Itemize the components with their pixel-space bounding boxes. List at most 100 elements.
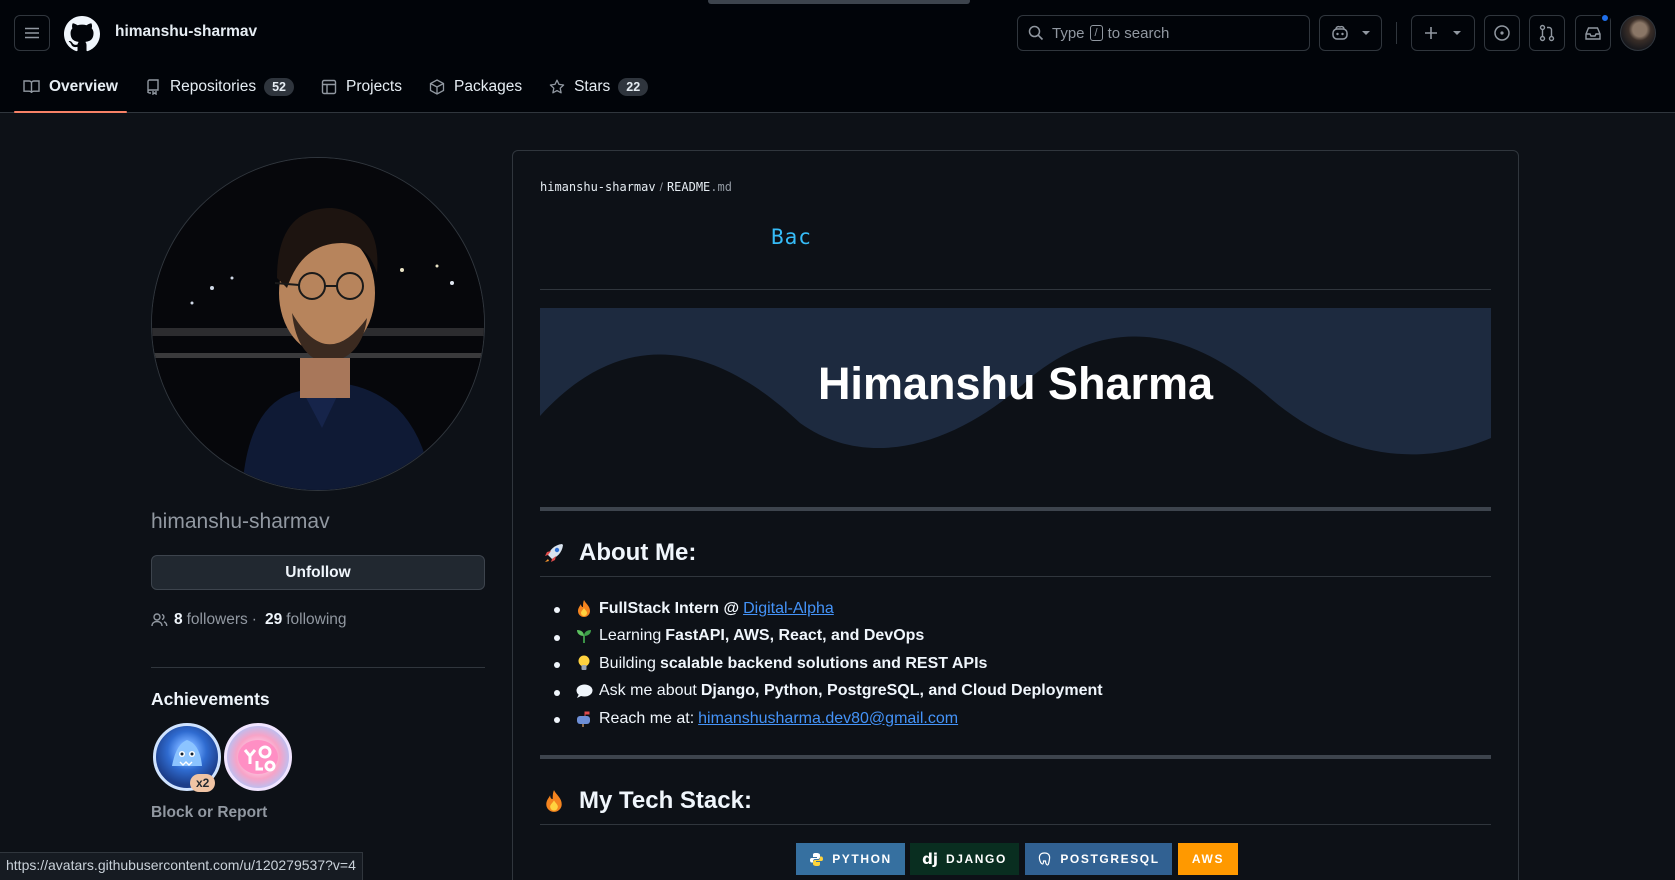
speech-bubble-icon xyxy=(574,684,594,699)
python-badge-label: PYTHON xyxy=(832,852,892,866)
crumb-separator: / xyxy=(659,180,663,194)
tab-stars[interactable]: Stars 22 xyxy=(540,70,657,104)
copilot-button[interactable] xyxy=(1319,15,1382,51)
unfollow-button[interactable]: Unfollow xyxy=(151,555,485,590)
profile-avatar[interactable] xyxy=(151,157,485,491)
following-count[interactable]: 29 xyxy=(265,611,282,629)
list-item: Learning FastAPI, AWS, React, and DevOps xyxy=(540,623,1107,651)
tech-stack-heading-text: My Tech Stack: xyxy=(579,787,752,814)
repositories-count: 52 xyxy=(264,78,294,96)
plus-icon xyxy=(1425,27,1437,39)
building-prefix: Building xyxy=(599,654,656,672)
search-input[interactable]: Type / to search xyxy=(1017,15,1310,51)
lightbulb-icon xyxy=(574,655,594,672)
search-icon xyxy=(1028,25,1044,41)
tab-stars-label: Stars xyxy=(574,78,611,95)
dot-separator: · xyxy=(251,611,257,628)
profile-photo xyxy=(152,158,484,490)
django-badge-label: DJANGO xyxy=(945,852,1007,866)
achievement-badge-yolo[interactable] xyxy=(224,723,292,791)
readme-crumb-ext: .md xyxy=(710,180,732,194)
issue-icon xyxy=(1494,25,1510,41)
fire-icon xyxy=(540,790,568,812)
list-item: Ask me about Django, Python, PostgreSQL,… xyxy=(540,678,1107,706)
python-badge[interactable]: PYTHON xyxy=(796,843,905,875)
thick-divider xyxy=(540,755,1491,759)
readme-breadcrumb: himanshu-sharmav / README.md xyxy=(540,180,732,194)
digital-alpha-link[interactable]: Digital-Alpha xyxy=(743,600,834,618)
github-logo-icon[interactable] xyxy=(64,16,100,52)
tab-packages[interactable]: Packages xyxy=(420,70,531,104)
inbox-icon xyxy=(1585,27,1601,40)
user-avatar-menu[interactable] xyxy=(1620,15,1656,51)
star-icon xyxy=(549,79,565,94)
mailbox-icon xyxy=(574,711,594,727)
aws-badge-label: AWS xyxy=(1191,852,1225,866)
followers-link[interactable]: followers xyxy=(187,611,248,629)
tab-packages-label: Packages xyxy=(454,78,523,95)
search-key-hint: / xyxy=(1089,25,1103,41)
block-or-report-link[interactable]: Block or Report xyxy=(151,804,267,822)
tab-overview[interactable]: Overview xyxy=(14,70,127,113)
chevron-down-icon xyxy=(1453,31,1461,35)
followers-count[interactable]: 8 xyxy=(174,611,183,629)
pull-request-icon xyxy=(1539,24,1555,42)
stars-count: 22 xyxy=(618,78,649,96)
package-icon xyxy=(429,79,445,95)
sidebar-divider xyxy=(151,667,485,668)
search-prefix: Type xyxy=(1052,24,1085,42)
aws-badge[interactable]: AWS xyxy=(1178,843,1238,875)
yolo-icon xyxy=(238,740,278,774)
reach-prefix: Reach me at: xyxy=(599,709,695,727)
django-icon: dj xyxy=(922,850,938,868)
copilot-icon xyxy=(1331,25,1348,40)
readme-crumb-user[interactable]: himanshu-sharmav xyxy=(540,180,656,194)
python-icon xyxy=(810,852,824,866)
django-badge[interactable]: dj DJANGO xyxy=(910,843,1019,875)
list-item: Reach me at: himanshusharma.dev80@gmail.… xyxy=(540,705,1107,733)
typing-svg-text: Bac xyxy=(771,225,812,249)
email-link[interactable]: himanshusharma.dev80@gmail.com xyxy=(698,710,958,728)
about-heading: About Me: xyxy=(540,539,696,567)
list-item: Building scalable backend solutions and … xyxy=(540,650,1107,678)
menu-button[interactable] xyxy=(14,15,50,51)
learning-topics: FastAPI, AWS, React, and DevOps xyxy=(665,627,925,645)
tab-repositories-label: Repositories xyxy=(169,78,257,95)
about-list: FullStack Intern @ Digital-Alpha Learnin… xyxy=(540,595,1107,733)
postgresql-badge[interactable]: POSTGRESQL xyxy=(1025,843,1172,875)
tab-projects[interactable]: Projects xyxy=(312,70,411,104)
heading-underline xyxy=(540,576,1491,577)
profile-tabs: Overview Repositories 52 Projects Packag… xyxy=(14,70,666,113)
header-username[interactable]: himanshu-sharmav xyxy=(115,23,257,41)
capsule-banner: Himanshu Sharma xyxy=(540,308,1491,458)
profile-login: himanshu-sharmav xyxy=(151,510,330,533)
tech-stack-heading: My Tech Stack: xyxy=(540,787,752,815)
repo-icon xyxy=(147,79,159,95)
create-new-button[interactable] xyxy=(1411,15,1475,51)
global-header: himanshu-sharmav Type / to search Overvi… xyxy=(0,0,1675,113)
readme-divider xyxy=(540,289,1491,290)
list-item: FullStack Intern @ Digital-Alpha xyxy=(540,595,1107,623)
window-grabber xyxy=(708,0,970,4)
ask-prefix: Ask me about xyxy=(599,682,697,700)
header-divider xyxy=(1396,22,1397,44)
search-suffix: to search xyxy=(1107,24,1170,42)
readme-crumb-file: README xyxy=(666,180,711,194)
achievements-title[interactable]: Achievements xyxy=(151,689,270,710)
issues-button[interactable] xyxy=(1484,15,1520,51)
notification-dot xyxy=(1600,13,1610,23)
book-icon xyxy=(23,80,40,94)
intern-text: FullStack Intern @ xyxy=(599,599,740,617)
seedling-icon xyxy=(574,628,594,644)
heading-underline xyxy=(540,824,1491,825)
readme-container: himanshu-sharmav / README.md Bac Himanshu … xyxy=(512,150,1519,880)
tab-repositories[interactable]: Repositories 52 xyxy=(136,70,303,104)
about-heading-text: About Me: xyxy=(579,539,697,566)
ask-topics: Django, Python, PostgreSQL, and Cloud De… xyxy=(700,682,1103,700)
thick-divider xyxy=(540,507,1491,511)
chevron-down-icon xyxy=(1361,31,1370,35)
pull-requests-button[interactable] xyxy=(1529,15,1565,51)
following-link[interactable]: following xyxy=(286,611,346,629)
learning-prefix: Learning xyxy=(599,627,662,645)
tab-projects-label: Projects xyxy=(346,78,402,95)
